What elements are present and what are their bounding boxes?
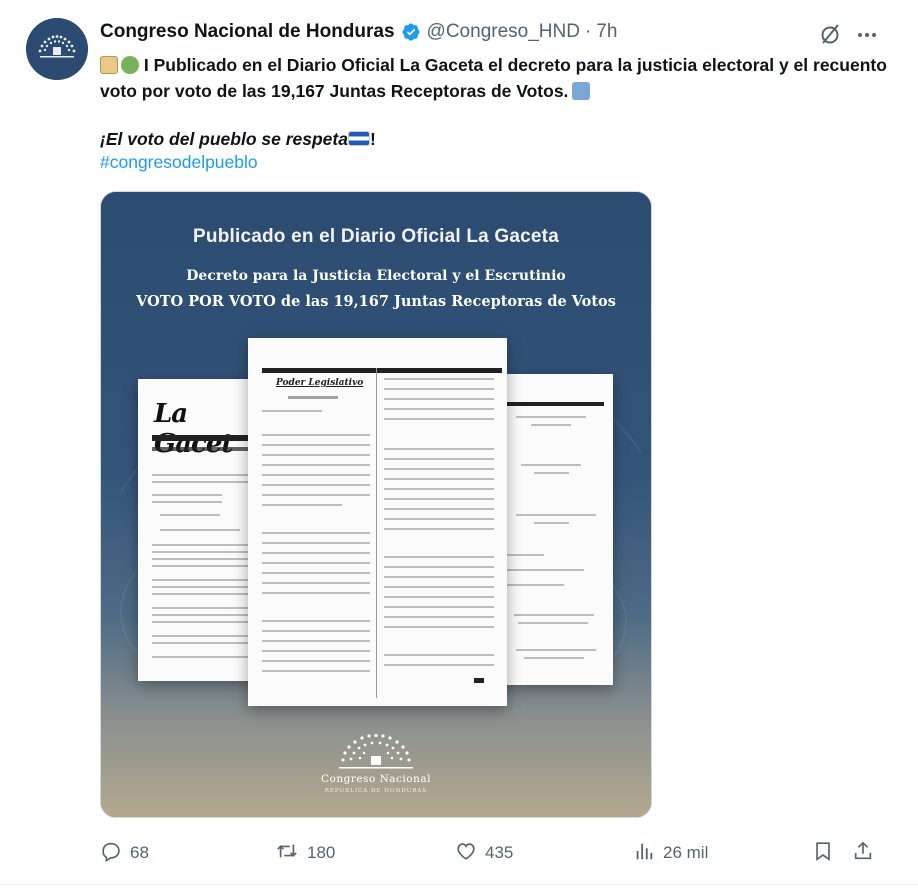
green-circle-emoji-icon xyxy=(121,56,139,74)
share-button[interactable] xyxy=(852,838,874,868)
hashtag-link[interactable]: #congresodelpueblo xyxy=(100,149,258,175)
like-count: 435 xyxy=(485,843,514,862)
like-button[interactable]: 435 xyxy=(455,838,513,868)
timestamp[interactable]: 7h xyxy=(596,21,617,43)
separator-dot: · xyxy=(584,21,592,42)
media-title: Publicado en el Diario Oficial La Gaceta xyxy=(193,226,559,247)
share-icon xyxy=(852,839,874,868)
more-icon[interactable] xyxy=(852,22,882,48)
tweet[interactable]: Congreso Nacional de Honduras @Congreso_… xyxy=(0,0,918,894)
views-button[interactable]: 26 mil xyxy=(633,838,708,868)
tweet-text: I Publicado en el Diario Oficial La Gace… xyxy=(100,52,890,104)
document-heading: Poder Legislativo xyxy=(276,378,364,388)
gaceta-document-left: La Gacet xyxy=(138,379,260,681)
tweet-media-image[interactable]: Publicado en el Diario Oficial La Gaceta… xyxy=(100,191,652,818)
media-subtitle-2: VOTO POR VOTO de las 19,167 Juntas Recep… xyxy=(136,293,616,310)
reply-button[interactable]: 68 xyxy=(100,838,149,868)
ballot-box-emoji-icon xyxy=(572,82,591,100)
grok-icon[interactable] xyxy=(818,22,842,51)
tweet-text-slogan: ¡El voto del pueblo se respeta xyxy=(100,129,348,149)
author-handle[interactable]: @Congreso_HND xyxy=(427,21,580,43)
views-count: 26 mil xyxy=(663,843,709,862)
like-icon xyxy=(455,840,477,867)
reply-icon xyxy=(100,840,122,867)
retweet-button[interactable]: 180 xyxy=(275,838,335,868)
reply-count: 68 xyxy=(130,843,149,862)
congreso-subtitle: REPÚBLICA DE HONDURAS xyxy=(324,788,428,794)
verified-badge-icon[interactable] xyxy=(401,22,421,42)
scroll-emoji-icon xyxy=(100,56,118,74)
gaceta-document-right xyxy=(496,374,613,685)
congreso-name: Congreso Nacional xyxy=(320,773,431,785)
views-icon xyxy=(633,840,655,867)
congreso-emblem-icon xyxy=(26,18,88,80)
tweet-divider xyxy=(0,884,918,885)
bookmark-button[interactable] xyxy=(812,838,834,868)
tweet-header: Congreso Nacional de Honduras @Congreso_… xyxy=(100,19,617,45)
retweet-count: 180 xyxy=(307,843,336,862)
bookmark-icon xyxy=(812,839,834,868)
media-subtitle-1: Decreto para la Justicia Electoral y el … xyxy=(186,268,566,284)
gaceta-document-center: Poder Legislativo xyxy=(248,338,507,706)
honduras-flag-emoji-icon xyxy=(347,131,370,146)
tweet-actions: 68 180 435 26 mil xyxy=(100,838,890,868)
author-name[interactable]: Congreso Nacional de Honduras xyxy=(100,21,395,43)
tweet-text-main: I Publicado en el Diario Oficial La Gace… xyxy=(100,55,887,101)
avatar[interactable] xyxy=(26,18,88,80)
tweet-text-slogan-end: ! xyxy=(369,129,376,149)
retweet-icon xyxy=(275,840,299,867)
congreso-logo-icon xyxy=(101,726,651,775)
